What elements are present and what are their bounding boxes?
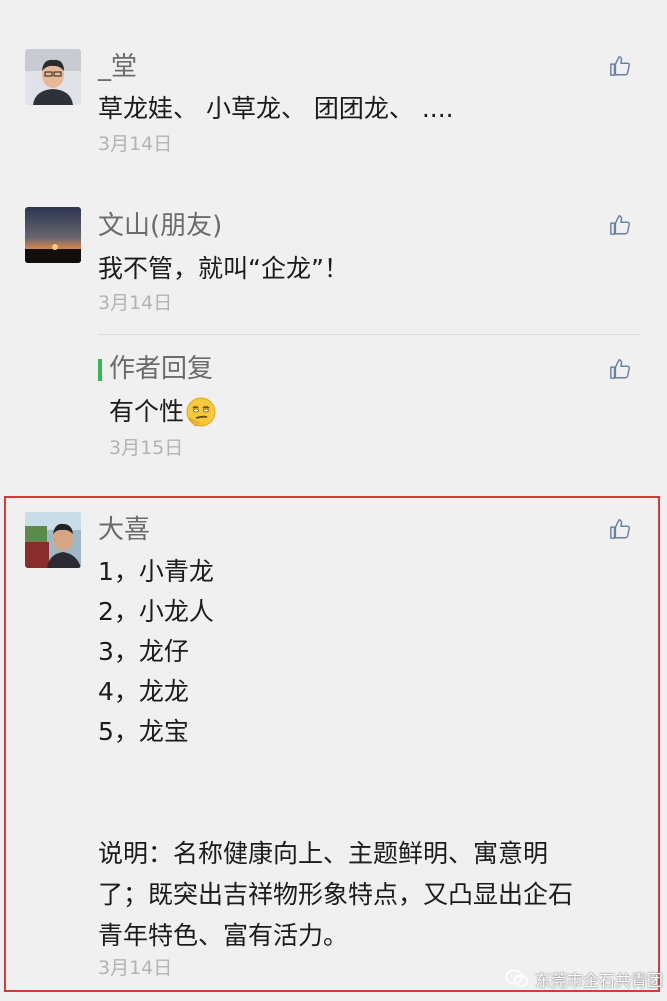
reply-indicator-bar (98, 359, 102, 381)
avatar[interactable] (25, 207, 81, 263)
comments-page: _堂 草龙娃、 小草龙、 团团龙、 .... 3月14日 文山(朋友) 我不管，… (0, 0, 667, 1001)
thumbs-up-icon[interactable] (609, 358, 631, 380)
comment-explanation: 说明：名称健康向上、主题鲜明、寓意明 了；既突出吉祥物形象特点，又凸显出企石 青… (98, 833, 573, 956)
watermark-text: 东莞市企石共青团 (534, 971, 663, 990)
comment-date: 3月14日 (98, 133, 173, 155)
list-item: 5，龙宝 (98, 717, 189, 746)
list-item: 1，小青龙 (98, 557, 214, 586)
avatar[interactable] (25, 49, 81, 105)
comment-author[interactable]: 大喜 (98, 515, 150, 545)
watermark: 东莞市企石共青团 (505, 967, 663, 991)
comment-date: 3月14日 (98, 292, 173, 314)
wechat-icon (505, 969, 529, 987)
comment-author[interactable]: 文山(朋友) (98, 211, 222, 241)
reply-text: 有个性 (109, 392, 217, 432)
thumbs-up-icon[interactable] (609, 518, 631, 540)
explanation-line: 说明：名称健康向上、主题鲜明、寓意明 (98, 839, 549, 868)
avatar[interactable] (25, 512, 81, 568)
list-item: 4，龙龙 (98, 677, 189, 706)
thumbs-up-icon[interactable] (609, 55, 631, 77)
list-item: 3，龙仔 (98, 637, 189, 666)
comment-date: 3月14日 (98, 957, 173, 979)
thumbs-up-icon[interactable] (609, 214, 631, 236)
reply-text-content: 有个性 (109, 397, 185, 426)
comment-text: 1，小青龙 2，小龙人 3，龙仔 4，龙龙 5，龙宝 (98, 552, 214, 752)
comment-author[interactable]: _堂 (98, 52, 137, 82)
reply-date: 3月15日 (109, 437, 184, 459)
explanation-line: 青年特色、富有活力。 (98, 921, 349, 950)
list-item: 2，小龙人 (98, 597, 214, 626)
reply-divider (98, 334, 640, 335)
comment-text: 我不管，就叫“企龙”！ (98, 254, 349, 283)
smirk-emoji-icon (186, 397, 216, 427)
explanation-line: 了；既突出吉祥物形象特点，又凸显出企石 (98, 880, 574, 909)
reply-label: 作者回复 (109, 354, 214, 384)
comment-text: 草龙娃、 小草龙、 团团龙、 .... (98, 94, 454, 123)
